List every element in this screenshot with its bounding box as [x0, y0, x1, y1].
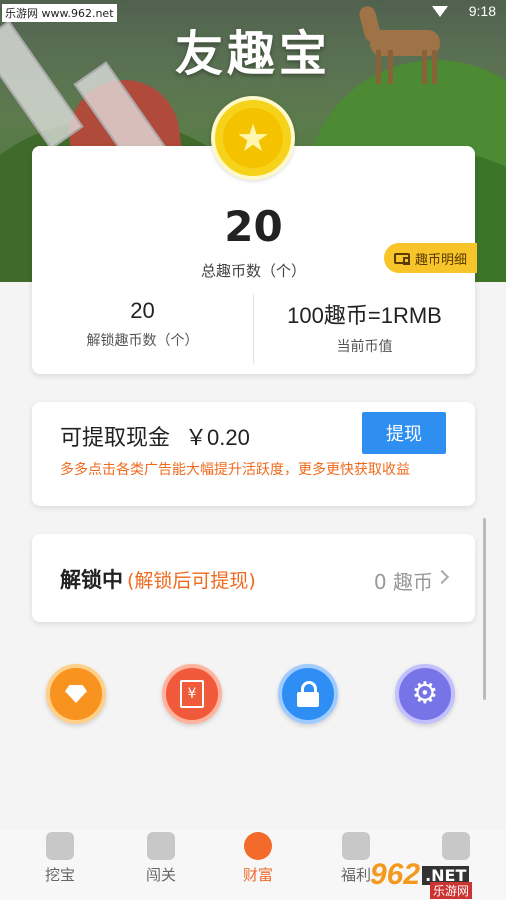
chart-icon: [147, 832, 175, 860]
nav-label: 挖宝: [44, 866, 75, 884]
exchange-rate-stat: 100趣币=1RMB 当前币值: [254, 298, 475, 356]
cash-amount: ￥0.20: [185, 425, 250, 450]
watermark-logo: 962 .NET 乐游网: [370, 852, 500, 899]
wealth-icon: [244, 832, 272, 860]
lock-button[interactable]: [278, 664, 338, 724]
lock-icon: [297, 681, 319, 707]
cash-line: 可提取现金 ￥0.20: [60, 420, 250, 452]
nav-item-dig[interactable]: 挖宝: [10, 830, 110, 885]
unlocking-card[interactable]: 解锁中 (解锁后可提现) 0 趣币: [32, 534, 475, 622]
gear-icon: ⚙: [411, 676, 439, 711]
wifi-icon: [432, 6, 448, 17]
watermark-logo-text: 962: [370, 858, 421, 891]
monkey-icon: [46, 832, 74, 860]
gift-icon: [342, 832, 370, 860]
unlocking-note: (解锁后可提现): [127, 570, 256, 592]
status-time: 9:18: [468, 3, 496, 19]
star-icon: ★: [223, 108, 283, 168]
yen-button[interactable]: ¥: [162, 664, 222, 724]
chevron-right-icon: [434, 569, 450, 585]
scrollbar[interactable]: [483, 518, 486, 700]
watermark-top: 乐游网 www.962.net: [2, 4, 117, 22]
coin-detail-button[interactable]: 趣币明细: [383, 243, 477, 273]
nav-label: 闯关: [145, 866, 176, 884]
coin-detail-label: 趣币明细: [414, 252, 467, 268]
withdraw-button[interactable]: 提现: [362, 412, 446, 454]
cash-card: 可提取现金 ￥0.20 提现 多多点击各类广告能大幅提升活跃度，更多更快获取收益: [32, 402, 475, 506]
diamond-button[interactable]: [46, 664, 106, 724]
watermark-cn: 乐游网: [430, 882, 473, 899]
unlocked-coins-label: 解锁趣币数（个）: [86, 333, 199, 349]
nav-item-levels[interactable]: 闯关: [111, 830, 211, 885]
diamond-icon: [65, 685, 87, 703]
exchange-rate-label: 当前币值: [336, 339, 393, 355]
nav-label: 财富: [242, 866, 273, 884]
unlocking-title-text: 解锁中: [60, 568, 123, 592]
wallet-icon: [393, 252, 410, 265]
unlocked-coins-stat: 20 解锁趣币数（个）: [32, 298, 253, 350]
unlocked-coins-value: 20: [130, 298, 155, 323]
yen-card-icon: ¥: [180, 680, 204, 708]
cash-tip: 多多点击各类广告能大幅提升活跃度，更多更快获取收益: [60, 462, 410, 478]
app-title: 友趣宝: [174, 26, 331, 82]
status-bar: 乐游网 www.962.net 9:18: [0, 0, 506, 24]
unlocking-title: 解锁中 (解锁后可提现): [60, 564, 256, 594]
unlocking-value: 0 趣币: [373, 570, 433, 594]
cash-label: 可提取现金: [60, 426, 171, 451]
coin-star-icon: ★: [211, 96, 295, 180]
settings-button[interactable]: ⚙: [395, 664, 455, 724]
nav-item-wealth[interactable]: 财富: [208, 830, 308, 885]
exchange-rate-value: 100趣币=1RMB: [287, 303, 442, 328]
coin-summary-card: 20 总趣币数（个） 趣币明细 20 解锁趣币数（个） 100趣币=1RMB 当…: [32, 146, 477, 374]
